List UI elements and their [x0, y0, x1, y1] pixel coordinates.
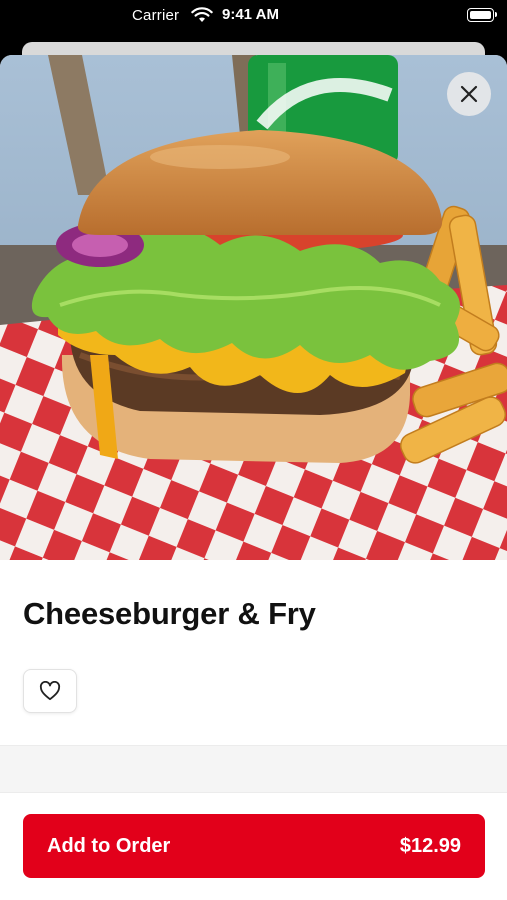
- wifi-icon: [191, 7, 213, 22]
- status-time: 9:41 AM: [222, 6, 279, 23]
- close-button[interactable]: [447, 72, 491, 116]
- item-detail-sheet: Cheeseburger & Fry Add to Order $12.99: [0, 55, 507, 900]
- price-label: $12.99: [399, 834, 461, 857]
- close-icon: [460, 85, 478, 103]
- add-to-order-button[interactable]: Add to Order $12.99: [23, 814, 485, 878]
- heart-icon: [39, 681, 61, 701]
- section-divider: [0, 745, 507, 793]
- status-bar: Carrier 9:41 AM: [0, 0, 507, 34]
- add-to-order-label: Add to Order: [47, 834, 171, 857]
- product-title: Cheeseburger & Fry: [23, 596, 316, 631]
- battery-icon: [467, 8, 497, 22]
- favorite-button[interactable]: [23, 669, 77, 713]
- product-photo: [0, 55, 507, 560]
- carrier-label: Carrier: [132, 7, 180, 24]
